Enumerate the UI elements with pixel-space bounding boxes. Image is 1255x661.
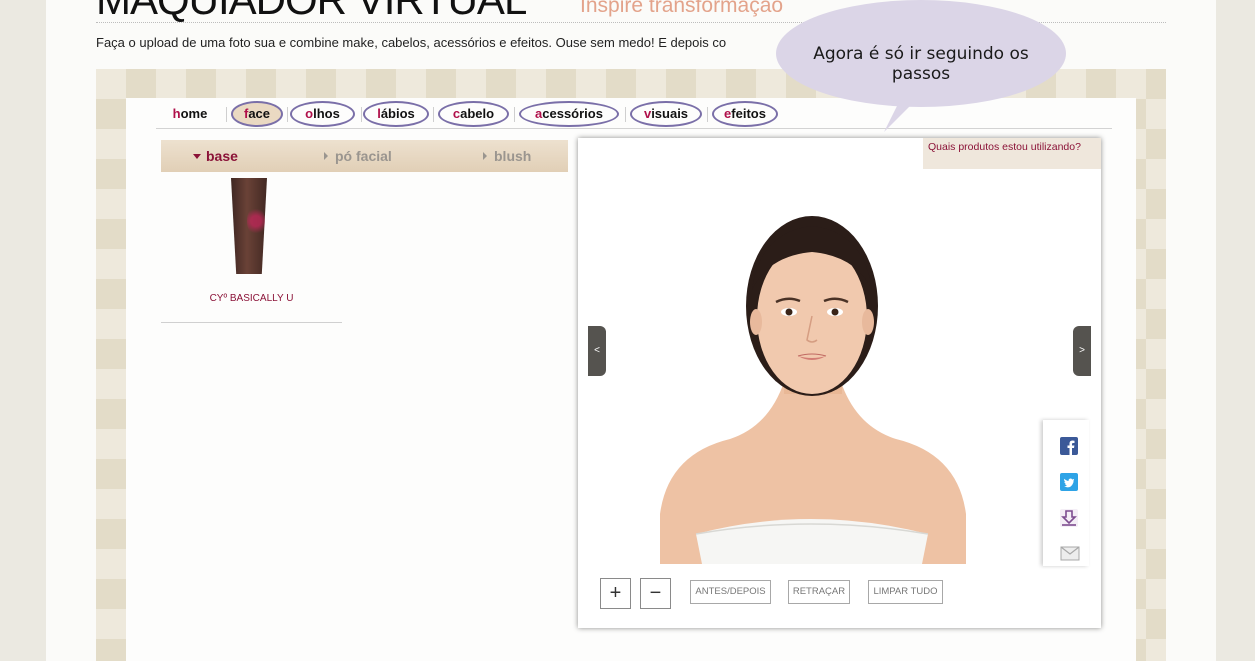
virtual-makeup-app: home face olhos lábios cabelo acessórios… [126,98,1136,661]
facebook-icon[interactable] [1060,437,1078,455]
product-item[interactable]: CYº BASICALLY U [161,176,342,323]
product-name: CYº BASICALLY U [209,293,294,304]
tab-cabelo[interactable]: cabelo [438,101,509,127]
share-panel [1043,420,1089,566]
page-title: MAQUIADOR VIRTUAL [96,0,527,24]
zoom-out-button[interactable]: − [640,578,671,609]
before-after-button[interactable]: ANTES/DEPOIS [690,580,771,604]
caret-right-icon [324,152,328,160]
previous-photo-button[interactable]: < [588,326,606,376]
tab-separator [287,107,288,122]
page-subtitle: Inspire transformação [580,0,784,17]
tab-separator [625,107,626,122]
tab-efeitos[interactable]: efeitos [712,101,778,127]
speech-bubble-text: Agora é só ir seguindo os passos [813,44,1029,84]
tab-separator [361,107,362,122]
tab-labios[interactable]: lábios [363,101,429,127]
caret-right-icon [483,152,487,160]
tab-acessorios[interactable]: acessórios [519,101,619,127]
model-photo [660,216,966,564]
category-blush[interactable]: blush [483,148,531,164]
tab-face[interactable]: face [231,101,283,127]
download-icon[interactable] [1060,509,1078,527]
tab-separator [707,107,708,122]
retract-button[interactable]: RETRAÇAR [788,580,850,604]
category-base[interactable]: base [193,148,238,164]
product-category-nav: base pó facial blush [161,140,568,172]
products-used-link[interactable]: Quais produtos estou utilizando? [923,138,1101,169]
twitter-icon[interactable] [1060,473,1078,491]
tab-separator [433,107,434,122]
page-body: MAQUIADOR VIRTUAL Inspire transformação … [46,0,1216,661]
next-photo-button[interactable]: > [1073,326,1091,376]
clear-all-button[interactable]: LIMPAR TUDO [868,580,943,604]
tab-visuais[interactable]: visuais [630,101,702,127]
tab-separator [514,107,515,122]
email-icon[interactable] [1060,544,1080,562]
tab-separator [226,107,227,122]
photo-viewer: Quais produtos estou utilizando? < > + −… [578,138,1101,628]
tab-olhos[interactable]: olhos [290,101,355,127]
category-po-facial[interactable]: pó facial [324,148,392,164]
tab-home[interactable]: home [162,101,218,127]
product-label-graphic [247,206,265,236]
zoom-in-button[interactable]: + [600,578,631,609]
intro-text: Faça o upload de uma foto sua e combine … [96,35,727,50]
caret-down-icon [193,154,201,159]
